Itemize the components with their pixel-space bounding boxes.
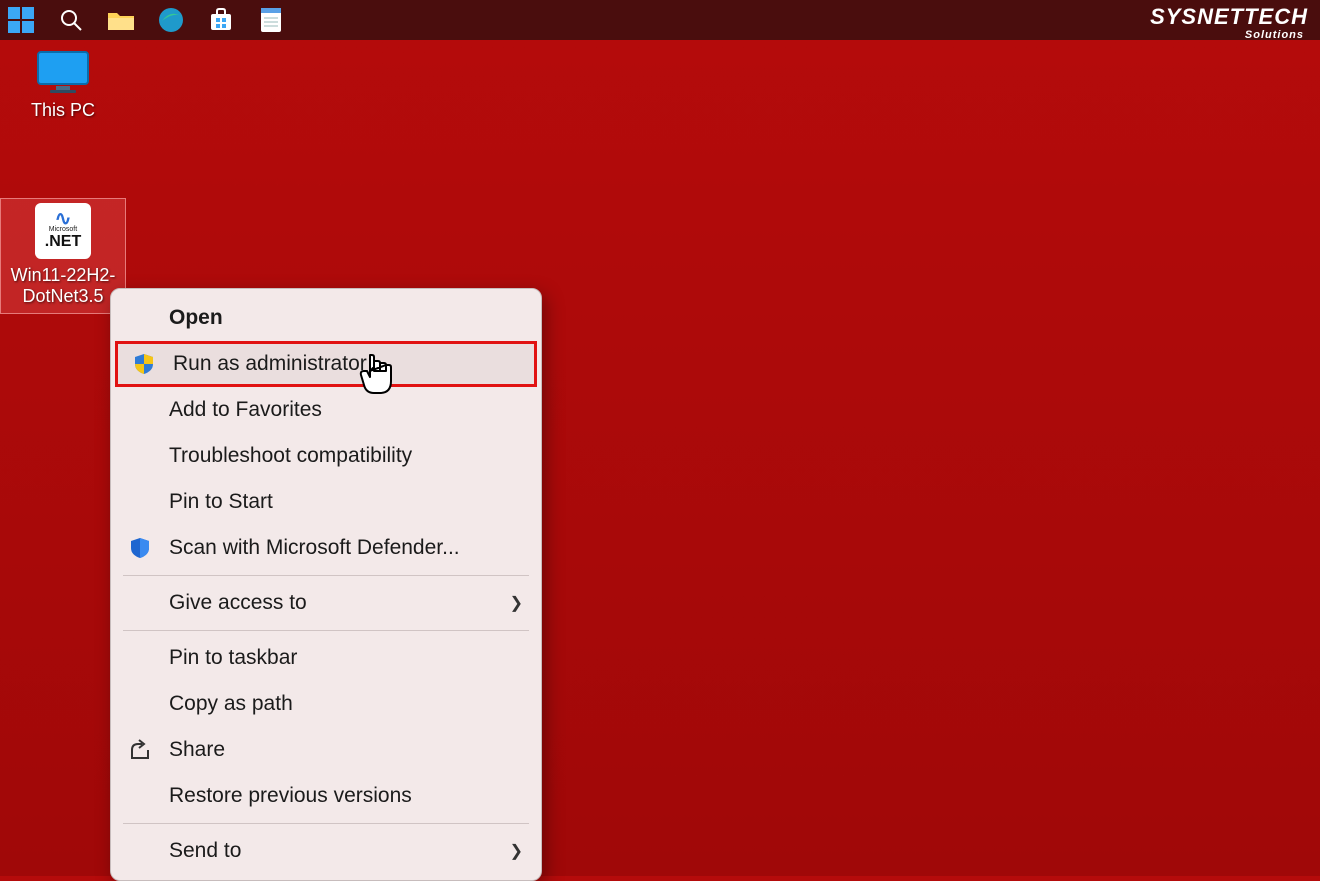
chevron-right-icon: ❯	[510, 841, 523, 861]
search-icon	[59, 8, 83, 32]
menu-item-defender-scan[interactable]: Scan with Microsoft Defender...	[111, 525, 541, 571]
menu-item-pin-start[interactable]: Pin to Start	[111, 479, 541, 525]
file-explorer-button[interactable]	[106, 5, 136, 35]
watermark-title: SYSNETTECH	[1150, 4, 1308, 29]
menu-item-label: Pin to taskbar	[169, 646, 297, 670]
menu-item-copy-path[interactable]: Copy as path	[111, 681, 541, 727]
notepad-icon	[260, 7, 282, 33]
menu-item-troubleshoot[interactable]: Troubleshoot compatibility	[111, 433, 541, 479]
menu-item-label: Open	[169, 306, 223, 330]
desktop-icon-label: This PC	[31, 100, 95, 121]
menu-item-label: Pin to Start	[169, 490, 273, 514]
menu-item-label: Send to	[169, 839, 241, 863]
context-menu: Open Run as administrator Add to Favorit…	[110, 288, 542, 881]
menu-item-label: Share	[169, 738, 225, 762]
menu-item-restore-versions[interactable]: Restore previous versions	[111, 773, 541, 819]
taskbar	[0, 0, 1320, 40]
folder-icon	[107, 9, 135, 31]
defender-shield-icon	[127, 535, 153, 561]
edge-button[interactable]	[156, 5, 186, 35]
chevron-right-icon: ❯	[510, 593, 523, 613]
watermark: SYSNETTECH Solutions	[1150, 6, 1308, 41]
desktop-icon-dotnet-file[interactable]: ∿ Microsoft .NET Win11-22H2-DotNet3.5	[0, 198, 126, 314]
dotnet-icon: ∿ Microsoft .NET	[35, 203, 91, 259]
menu-item-share[interactable]: Share	[111, 727, 541, 773]
windows-logo-icon	[8, 7, 34, 33]
menu-item-pin-taskbar[interactable]: Pin to taskbar	[111, 635, 541, 681]
menu-item-add-favorites[interactable]: Add to Favorites	[111, 387, 541, 433]
edge-icon	[158, 7, 184, 33]
menu-separator	[123, 575, 529, 576]
menu-separator	[123, 823, 529, 824]
monitor-icon	[36, 50, 90, 94]
menu-item-give-access[interactable]: Give access to ❯	[111, 580, 541, 626]
menu-item-label: Copy as path	[169, 692, 293, 716]
watermark-subtitle: Solutions	[1150, 30, 1304, 41]
menu-separator	[123, 630, 529, 631]
notepad-button[interactable]	[256, 5, 286, 35]
store-button[interactable]	[206, 5, 236, 35]
menu-item-label: Add to Favorites	[169, 398, 322, 422]
menu-item-label: Run as administrator	[173, 352, 367, 376]
share-icon	[127, 737, 153, 763]
start-button[interactable]	[6, 5, 36, 35]
desktop-icon-label: Win11-22H2-DotNet3.5	[3, 265, 123, 307]
desktop-icon-this-pc[interactable]: This PC	[0, 50, 126, 121]
store-icon	[208, 7, 234, 33]
menu-item-run-as-admin[interactable]: Run as administrator	[115, 341, 537, 387]
menu-item-open[interactable]: Open	[111, 295, 541, 341]
menu-item-label: Troubleshoot compatibility	[169, 444, 412, 468]
uac-shield-icon	[131, 351, 157, 377]
search-button[interactable]	[56, 5, 86, 35]
menu-item-label: Give access to	[169, 591, 307, 615]
menu-item-send-to[interactable]: Send to ❯	[111, 828, 541, 874]
menu-item-label: Scan with Microsoft Defender...	[169, 536, 460, 560]
menu-item-label: Restore previous versions	[169, 784, 412, 808]
